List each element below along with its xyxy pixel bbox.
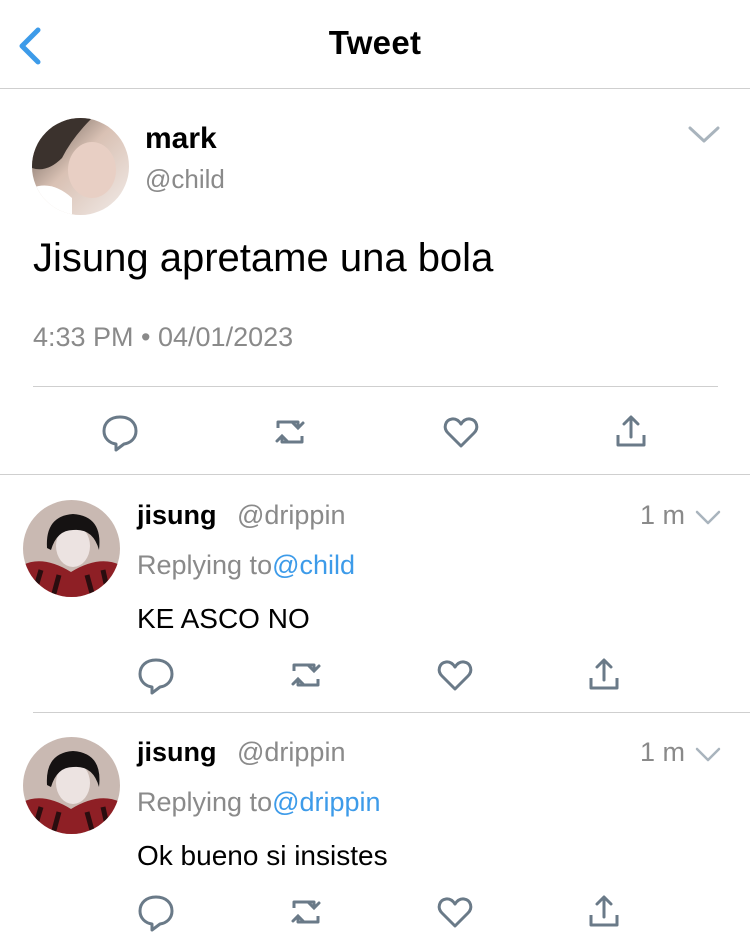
replying-to-line: Replying to@child — [137, 550, 355, 581]
retweet-button[interactable] — [268, 410, 312, 454]
reply-icon — [138, 658, 174, 695]
heart-icon — [443, 417, 479, 448]
reply-options-button[interactable] — [693, 745, 723, 765]
reply-author-name[interactable]: jisung — [137, 500, 217, 531]
replying-to-label: Replying to — [137, 787, 273, 817]
divider — [33, 386, 718, 387]
reply-options-button[interactable] — [693, 508, 723, 528]
reply-text: Ok bueno si insistes — [137, 840, 388, 871]
heart-icon — [437, 660, 473, 691]
author-handle[interactable]: @child — [145, 164, 225, 195]
retweet-button[interactable] — [284, 653, 328, 697]
reply-button[interactable] — [134, 653, 178, 697]
reply-author-name[interactable]: jisung — [137, 737, 217, 768]
share-button[interactable] — [582, 653, 626, 697]
replying-to-link[interactable]: @drippin — [272, 787, 380, 817]
retweet-icon — [291, 663, 321, 687]
reply-author-handle[interactable]: @drippin — [237, 737, 345, 768]
share-icon — [589, 895, 619, 927]
like-button[interactable] — [433, 653, 477, 697]
retweet-icon — [275, 420, 305, 444]
replying-to-line: Replying to@drippin — [137, 787, 381, 818]
tweet-options-button[interactable] — [684, 122, 724, 148]
reply-icon — [102, 415, 138, 452]
author-name[interactable]: mark — [145, 122, 217, 156]
tweet-timestamp: 4:33 PM • 04/01/2023 — [33, 322, 294, 352]
header-bar: Tweet — [0, 0, 750, 89]
reply-author-handle[interactable]: @drippin — [237, 500, 345, 531]
divider — [33, 712, 750, 713]
reply-time: 1 m — [640, 737, 686, 767]
reply-time: 1 m — [640, 500, 686, 530]
share-icon — [589, 658, 619, 690]
reply-icon — [138, 895, 174, 932]
retweet-button[interactable] — [284, 890, 328, 934]
like-button[interactable] — [439, 410, 483, 454]
avatar[interactable] — [23, 737, 120, 834]
divider — [0, 474, 750, 475]
chevron-down-icon — [688, 126, 720, 143]
tweet-text: Jisung apretame una bola — [33, 236, 494, 280]
chevron-down-icon — [695, 747, 721, 762]
share-button[interactable] — [609, 410, 653, 454]
chevron-down-icon — [695, 510, 721, 525]
like-button[interactable] — [433, 890, 477, 934]
share-button[interactable] — [582, 890, 626, 934]
reply-text: KE ASCO NO — [137, 603, 310, 634]
replying-to-label: Replying to — [137, 550, 273, 580]
heart-icon — [437, 897, 473, 928]
reply-button[interactable] — [98, 410, 142, 454]
reply-button[interactable] — [134, 890, 178, 934]
replying-to-link[interactable]: @child — [272, 550, 355, 580]
avatar[interactable] — [32, 118, 129, 215]
share-icon — [616, 415, 646, 447]
avatar[interactable] — [23, 500, 120, 597]
page-title: Tweet — [328, 24, 422, 61]
retweet-icon — [291, 900, 321, 924]
